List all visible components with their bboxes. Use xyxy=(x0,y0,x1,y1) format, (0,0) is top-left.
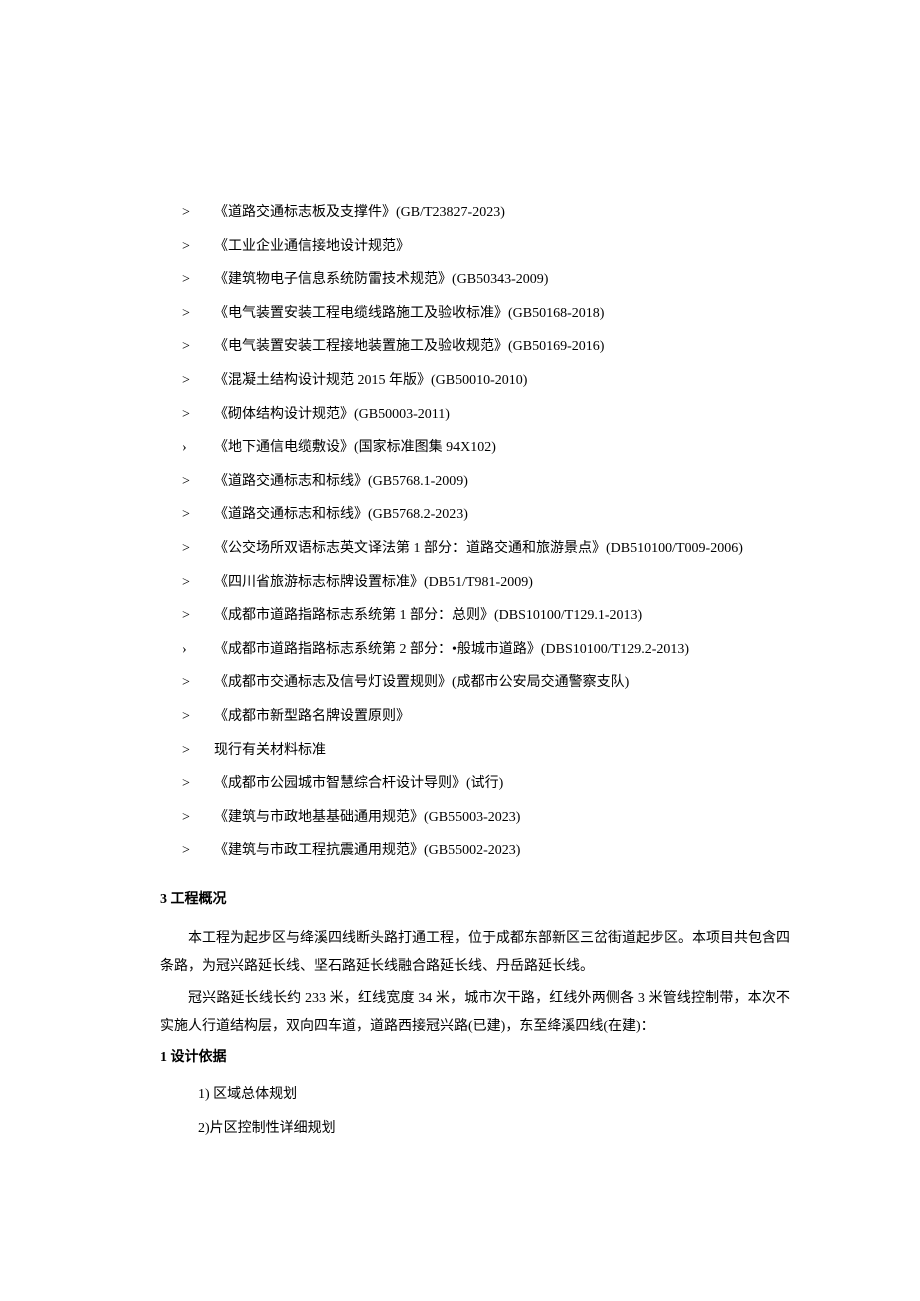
bullet-icon: > xyxy=(198,267,214,294)
standard-text: 《电气装置安装工程电缆线路施工及验收标准》(GB50168-2018) xyxy=(214,306,604,321)
bullet-icon: > xyxy=(198,402,214,429)
standard-text: 《公交场所双语标志英文译法第 1 部分：道路交通和旅游景点》(DB510100/… xyxy=(214,541,743,556)
standard-item: >《成都市交通标志及信号灯设置规则》(成都市公安局交通警察支队) xyxy=(198,670,790,697)
section-3-para-2: 冠兴路延长线长约 233 米，红线宽度 34 米，城市次干路，红线外两侧各 3 … xyxy=(160,985,790,1041)
standard-item: >《道路交通标志和标线》(GB5768.2-2023) xyxy=(198,502,790,529)
standard-text: 《道路交通标志和标线》(GB5768.1-2009) xyxy=(214,474,468,489)
standard-item: >《成都市新型路名牌设置原则》 xyxy=(198,704,790,731)
bullet-icon: > xyxy=(198,738,214,765)
standard-item: >《道路交通标志和标线》(GB5768.1-2009) xyxy=(198,469,790,496)
standard-text: 《工业企业通信接地设计规范》 xyxy=(214,239,410,254)
standard-item: >《混凝土结构设计规范 2015 年版》(GB50010-2010) xyxy=(198,368,790,395)
standard-text: 《混凝土结构设计规范 2015 年版》(GB50010-2010) xyxy=(214,373,527,388)
standard-item: >《成都市道路指路标志系统第 1 部分：总则》(DBS10100/T129.1-… xyxy=(198,603,790,630)
standard-item: >《工业企业通信接地设计规范》 xyxy=(198,234,790,261)
bullet-icon: > xyxy=(198,502,214,529)
bullet-icon: > xyxy=(198,334,214,361)
standard-item: >《建筑与市政地基基础通用规范》(GB55003-2023) xyxy=(198,805,790,832)
bullet-icon: › xyxy=(198,435,214,462)
bullet-icon: > xyxy=(198,570,214,597)
standard-item: >《道路交通标志板及支撑件》(GB/T23827-2023) xyxy=(198,200,790,227)
standard-text: 《成都市道路指路标志系统第 1 部分：总则》(DBS10100/T129.1-2… xyxy=(214,608,642,623)
standard-text: 《电气装置安装工程接地装置施工及验收规范》(GB50169-2016) xyxy=(214,339,604,354)
standard-text: 《成都市交通标志及信号灯设置规则》(成都市公安局交通警察支队) xyxy=(214,675,629,690)
bullet-icon: > xyxy=(198,771,214,798)
bullet-icon: > xyxy=(198,368,214,395)
bullet-icon: > xyxy=(198,838,214,865)
standards-list: >《道路交通标志板及支撑件》(GB/T23827-2023) >《工业企业通信接… xyxy=(198,200,790,865)
bullet-icon: > xyxy=(198,704,214,731)
standard-text: 《建筑物电子信息系统防雷技术规范》(GB50343-2009) xyxy=(214,272,548,287)
standard-text: 《建筑与市政地基基础通用规范》(GB55003-2023) xyxy=(214,810,520,825)
design-basis-item: 1) 区域总体规划 xyxy=(198,1082,790,1109)
design-basis-item: 2)片区控制性详细规划 xyxy=(198,1116,790,1143)
bullet-icon: › xyxy=(198,637,214,664)
bullet-icon: > xyxy=(198,301,214,328)
bullet-icon: > xyxy=(198,234,214,261)
standard-text: 《成都市公园城市智慧综合杆设计导则》(试行) xyxy=(214,776,503,791)
bullet-icon: > xyxy=(198,469,214,496)
standard-item: >《电气装置安装工程接地装置施工及验收规范》(GB50169-2016) xyxy=(198,334,790,361)
standard-text: 现行有关材料标准 xyxy=(214,743,326,758)
standard-item: >《成都市公园城市智慧综合杆设计导则》(试行) xyxy=(198,771,790,798)
standard-item: >《砌体结构设计规范》(GB50003-2011) xyxy=(198,402,790,429)
bullet-icon: > xyxy=(198,805,214,832)
standard-item: ›《成都市道路指路标志系统第 2 部分：•般城市道路》(DBS10100/T12… xyxy=(198,637,790,664)
bullet-icon: > xyxy=(198,670,214,697)
standard-item: >现行有关材料标准 xyxy=(198,738,790,765)
standard-item: >《建筑与市政工程抗震通用规范》(GB55002-2023) xyxy=(198,838,790,865)
standard-item: >《四川省旅游标志标牌设置标准》(DB51/T981-2009) xyxy=(198,570,790,597)
section-1-heading: 1 设计依据 xyxy=(160,1045,790,1072)
standard-item: ›《地下通信电缆敷设》(国家标准图集 94X102) xyxy=(198,435,790,462)
standard-text: 《道路交通标志板及支撑件》(GB/T23827-2023) xyxy=(214,205,505,220)
standard-text: 《成都市新型路名牌设置原则》 xyxy=(214,709,410,724)
section-3-para-1: 本工程为起步区与绛溪四线断头路打通工程，位于成都东部新区三岔街道起步区。本项目共… xyxy=(160,925,790,981)
standard-text: 《地下通信电缆敷设》(国家标准图集 94X102) xyxy=(214,440,496,455)
standard-text: 《四川省旅游标志标牌设置标准》(DB51/T981-2009) xyxy=(214,575,533,590)
standard-item: >《电气装置安装工程电缆线路施工及验收标准》(GB50168-2018) xyxy=(198,301,790,328)
bullet-icon: > xyxy=(198,200,214,227)
bullet-icon: > xyxy=(198,536,214,563)
bullet-icon: > xyxy=(198,603,214,630)
standard-text: 《砌体结构设计规范》(GB50003-2011) xyxy=(214,407,450,422)
section-3-heading: 3 工程概况 xyxy=(160,887,790,914)
standard-item: >《建筑物电子信息系统防雷技术规范》(GB50343-2009) xyxy=(198,267,790,294)
standard-item: >《公交场所双语标志英文译法第 1 部分：道路交通和旅游景点》(DB510100… xyxy=(198,536,790,563)
standard-text: 《建筑与市政工程抗震通用规范》(GB55002-2023) xyxy=(214,843,520,858)
standard-text: 《道路交通标志和标线》(GB5768.2-2023) xyxy=(214,507,468,522)
standard-text: 《成都市道路指路标志系统第 2 部分：•般城市道路》(DBS10100/T129… xyxy=(214,642,689,657)
